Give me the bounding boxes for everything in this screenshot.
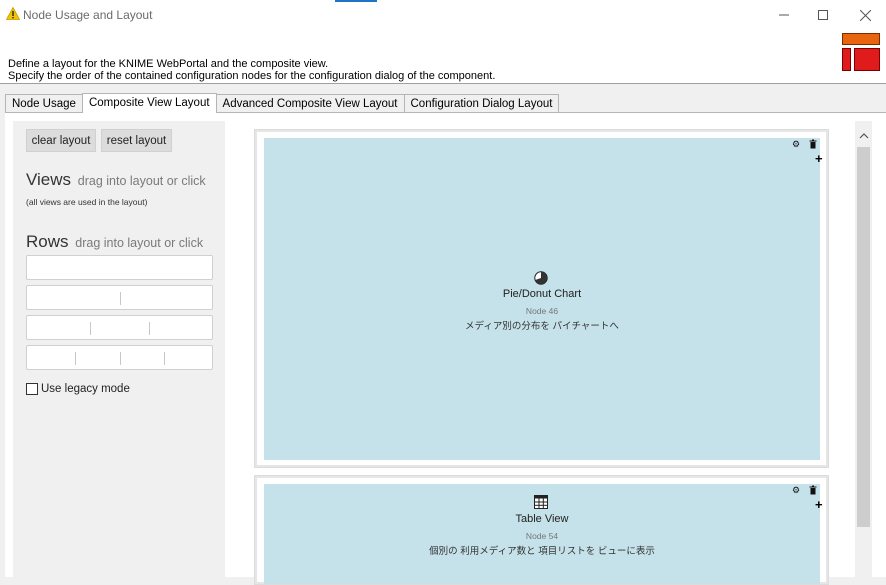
tab-configuration-dialog-layout[interactable]: Configuration Dialog Layout xyxy=(403,94,560,113)
legacy-mode-option[interactable]: Use legacy mode xyxy=(26,383,130,395)
node-title: Table View xyxy=(515,513,569,525)
close-icon xyxy=(859,9,871,21)
add-column-icon[interactable]: + xyxy=(815,498,823,511)
tab-advanced-composite-view-layout[interactable]: Advanced Composite View Layout xyxy=(215,94,405,113)
table-icon xyxy=(534,495,548,509)
node-description: 個別の 利用メディア数と 項目リストを ビューに表示 xyxy=(429,546,655,557)
rows-heading: Rows drag into layout or click xyxy=(26,232,203,252)
row-template-1-column[interactable] xyxy=(26,255,213,280)
scroll-up-button[interactable] xyxy=(855,127,872,144)
node-id: Node 54 xyxy=(525,531,559,541)
node-description: メディア別の分布を パイチャートへ xyxy=(465,321,619,332)
description-line-2: Specify the order of the contained confi… xyxy=(8,70,496,82)
close-button[interactable] xyxy=(845,0,885,30)
trash-icon[interactable] xyxy=(808,485,818,495)
row-template-2-columns[interactable] xyxy=(26,285,213,310)
tab-composite-view-layout[interactable]: Composite View Layout xyxy=(81,93,217,113)
minimize-icon xyxy=(779,14,789,16)
views-hint: drag into layout or click xyxy=(77,174,206,188)
legacy-mode-label: Use legacy mode xyxy=(41,383,130,395)
layout-side-panel: clear layout reset layout Views drag int… xyxy=(13,121,225,577)
row-template-4-columns[interactable] xyxy=(26,345,213,370)
clear-layout-button[interactable]: clear layout xyxy=(26,129,96,152)
views-heading: Views drag into layout or click xyxy=(26,170,206,190)
title-bar: Node Usage and Layout xyxy=(0,0,886,30)
legacy-mode-checkbox[interactable] xyxy=(26,383,38,395)
tab-bar: Node Usage Composite View Layout Advance… xyxy=(5,93,560,113)
dialog-header: Define a layout for the KNIME WebPortal … xyxy=(0,30,886,84)
views-note: (all views are used in the layout) xyxy=(26,197,148,207)
add-column-icon[interactable]: + xyxy=(815,152,823,165)
scroll-thumb[interactable] xyxy=(857,147,870,527)
node-title: Pie/Donut Chart xyxy=(502,288,582,300)
rows-hint: drag into layout or click xyxy=(75,236,204,250)
description-line-1: Define a layout for the KNIME WebPortal … xyxy=(8,58,329,70)
reset-layout-button[interactable]: reset layout xyxy=(101,129,172,152)
node-usage-layout-dialog: Node Usage and Layout Define a layout fo… xyxy=(0,0,886,585)
gear-icon[interactable]: ⚙ xyxy=(791,139,801,149)
maximize-button[interactable] xyxy=(803,0,843,30)
views-title: Views xyxy=(26,170,72,189)
gear-icon[interactable]: ⚙ xyxy=(791,485,801,495)
window-title: Node Usage and Layout xyxy=(23,8,153,22)
warning-icon xyxy=(6,7,20,20)
knime-logo-icon xyxy=(842,33,880,71)
chevron-up-icon xyxy=(859,132,868,138)
row-template-3-columns[interactable] xyxy=(26,315,213,340)
maximize-icon xyxy=(818,10,828,20)
node-id: Node 46 xyxy=(525,306,559,316)
trash-icon[interactable] xyxy=(808,139,818,149)
rows-title: Rows xyxy=(26,232,69,251)
pie-chart-icon xyxy=(534,271,548,285)
title-accent-bar xyxy=(335,0,377,2)
tab-node-usage[interactable]: Node Usage xyxy=(5,94,83,113)
vertical-scrollbar[interactable] xyxy=(855,121,872,577)
minimize-button[interactable] xyxy=(764,0,804,30)
